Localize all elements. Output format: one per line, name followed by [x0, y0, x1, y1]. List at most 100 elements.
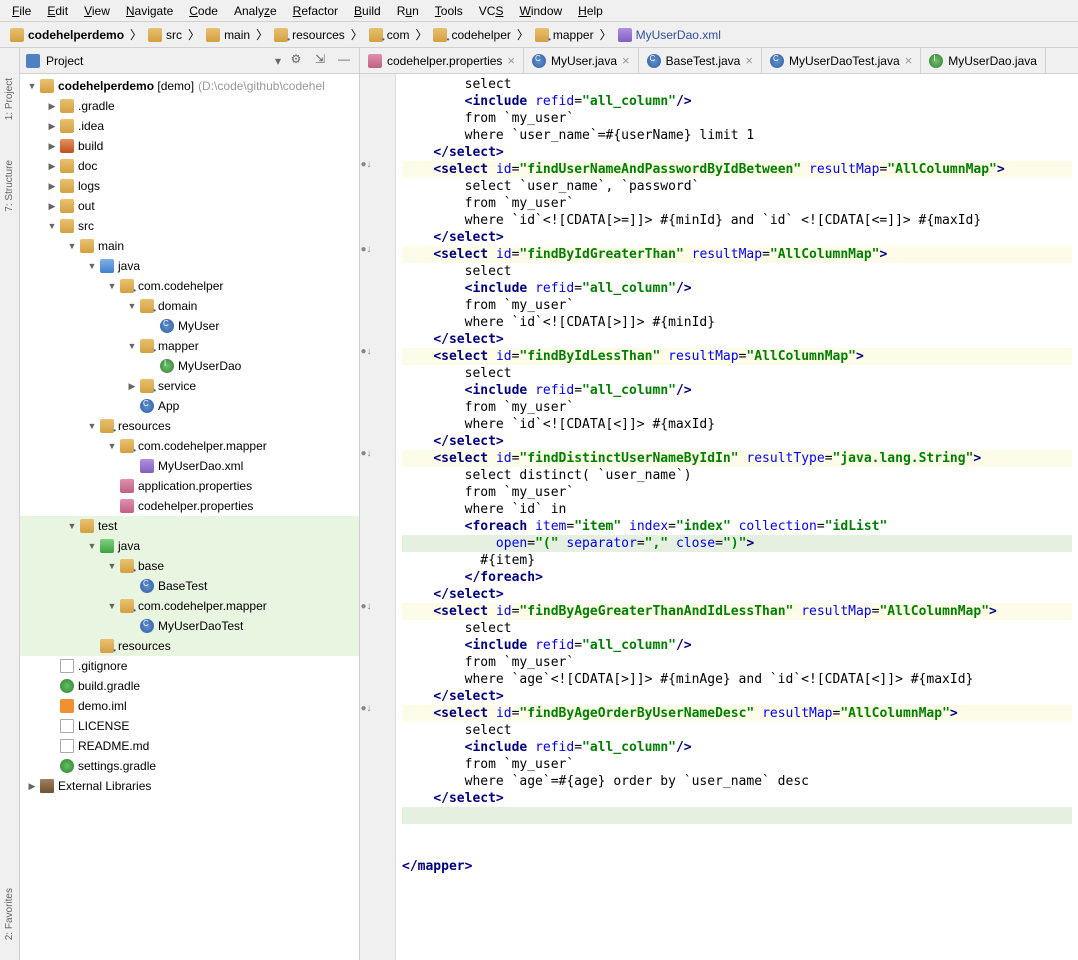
- folder-icon: [100, 539, 114, 553]
- tree-item[interactable]: ▼com.codehelper.mapper: [20, 596, 359, 616]
- crumb-root[interactable]: codehelperdemo: [6, 26, 128, 44]
- close-icon[interactable]: ×: [745, 53, 753, 68]
- menu-navigate[interactable]: Navigate: [118, 2, 181, 19]
- menubar: FFileile Edit View Navigate Code Analyze…: [0, 0, 1078, 22]
- tree-item[interactable]: ▼java: [20, 256, 359, 276]
- menu-code[interactable]: Code: [181, 2, 226, 19]
- tab-myuserdao-java[interactable]: MyUserDao.java: [921, 48, 1046, 73]
- menu-help[interactable]: Help: [570, 2, 611, 19]
- crumb-src[interactable]: src: [144, 26, 186, 44]
- tree-item[interactable]: ▼test: [20, 516, 359, 536]
- menu-build[interactable]: Build: [346, 2, 389, 19]
- marker-icon[interactable]: ●↓: [360, 159, 372, 170]
- tree-item[interactable]: README.md: [20, 736, 359, 756]
- tree-item[interactable]: codehelper.properties: [20, 496, 359, 516]
- tool-project[interactable]: 1: Project: [4, 78, 15, 120]
- tree-item[interactable]: ▶.idea: [20, 116, 359, 136]
- marker-icon[interactable]: ●↓: [360, 703, 372, 714]
- tree-item[interactable]: ▶.gradle: [20, 96, 359, 116]
- tree-item[interactable]: App: [20, 396, 359, 416]
- marker-icon[interactable]: ●↓: [360, 244, 372, 255]
- folder-icon: [274, 28, 288, 42]
- tree-item[interactable]: LICENSE: [20, 716, 359, 736]
- tree-item[interactable]: ▶out: [20, 196, 359, 216]
- tree-item[interactable]: ▼main: [20, 236, 359, 256]
- tree-root[interactable]: ▼codehelperdemo [demo](D:\code\github\co…: [20, 76, 359, 96]
- tree-item[interactable]: .gitignore: [20, 656, 359, 676]
- tree-item[interactable]: ▶doc: [20, 156, 359, 176]
- folder-icon: [433, 28, 447, 42]
- tree-item[interactable]: resources: [20, 636, 359, 656]
- tree-item[interactable]: ▼src: [20, 216, 359, 236]
- tree-item[interactable]: ▶service: [20, 376, 359, 396]
- crumb-mapper[interactable]: mapper: [531, 26, 598, 44]
- folder-icon: [148, 28, 162, 42]
- menu-edit[interactable]: Edit: [39, 2, 76, 19]
- menu-run[interactable]: Run: [389, 2, 427, 19]
- tree-item[interactable]: settings.gradle: [20, 756, 359, 776]
- menu-view[interactable]: View: [76, 2, 118, 19]
- tree-item[interactable]: ▼domain: [20, 296, 359, 316]
- tree-item[interactable]: ▼com.codehelper: [20, 276, 359, 296]
- class-icon: [647, 54, 661, 68]
- tree-external-libraries[interactable]: ▶External Libraries: [20, 776, 359, 796]
- tree-item[interactable]: BaseTest: [20, 576, 359, 596]
- collapse-button[interactable]: ⇲: [311, 52, 329, 70]
- tab-basetest-java[interactable]: BaseTest.java×: [639, 48, 762, 73]
- project-tree[interactable]: ▼codehelperdemo [demo](D:\code\github\co…: [20, 74, 359, 960]
- code-editor[interactable]: select <include refid="all_column"/> fro…: [396, 74, 1078, 960]
- tree-item[interactable]: ▼base: [20, 556, 359, 576]
- marker-icon[interactable]: ●↓: [360, 601, 372, 612]
- tree-item[interactable]: demo.iml: [20, 696, 359, 716]
- marker-icon[interactable]: ●↓: [360, 346, 372, 357]
- tree-item[interactable]: ▼com.codehelper.mapper: [20, 436, 359, 456]
- menu-vcs[interactable]: VCS: [471, 2, 512, 19]
- crumb-file[interactable]: MyUserDao.xml: [614, 26, 725, 44]
- gutter-marks: ●↓ ●↓ ●↓ ●↓ ●↓ ●↓: [360, 74, 372, 960]
- tool-structure[interactable]: 7: Structure: [4, 160, 15, 212]
- menu-file[interactable]: FFileile: [4, 2, 39, 19]
- folder-icon: [60, 99, 74, 113]
- menu-tools[interactable]: Tools: [427, 2, 471, 19]
- crumb-codehelper[interactable]: codehelper: [429, 26, 514, 44]
- tree-item[interactable]: MyUserDao: [20, 356, 359, 376]
- menu-window[interactable]: Window: [511, 2, 570, 19]
- tree-item[interactable]: build.gradle: [20, 676, 359, 696]
- tree-item[interactable]: ▼mapper: [20, 336, 359, 356]
- marker-icon[interactable]: ●↓: [360, 448, 372, 459]
- interface-icon: [929, 54, 943, 68]
- package-icon: [140, 299, 154, 313]
- menu-analyze[interactable]: Analyze: [226, 2, 285, 19]
- tree-item[interactable]: MyUserDao.xml: [20, 456, 359, 476]
- gear-icon[interactable]: ⚙: [287, 52, 305, 70]
- project-tool-window: Project ▾ ⚙ ⇲ — ▼codehelperdemo [demo](D…: [20, 48, 360, 960]
- gradle-icon: [60, 679, 74, 693]
- tree-item[interactable]: ▼resources: [20, 416, 359, 436]
- close-icon[interactable]: ×: [507, 53, 515, 68]
- tab-myuserdaotest-java[interactable]: MyUserDaoTest.java×: [762, 48, 921, 73]
- tree-item[interactable]: ▶logs: [20, 176, 359, 196]
- tree-item[interactable]: MyUser: [20, 316, 359, 336]
- crumb-resources[interactable]: resources: [270, 26, 349, 44]
- sidebar-title[interactable]: Project: [46, 54, 269, 68]
- tab-codehelper-properties[interactable]: codehelper.properties×: [360, 48, 524, 73]
- sidebar-header: Project ▾ ⚙ ⇲ —: [20, 48, 359, 74]
- menu-refactor[interactable]: Refactor: [285, 2, 346, 19]
- tab-myuser-java[interactable]: MyUser.java×: [524, 48, 639, 73]
- close-icon[interactable]: ×: [905, 53, 913, 68]
- tool-favorites[interactable]: 2: Favorites: [4, 888, 15, 940]
- tree-item[interactable]: ▼java: [20, 536, 359, 556]
- properties-icon: [120, 479, 134, 493]
- hide-button[interactable]: —: [335, 52, 353, 70]
- tree-item[interactable]: MyUserDaoTest: [20, 616, 359, 636]
- editor-tabs: codehelper.properties× MyUser.java× Base…: [360, 48, 1078, 74]
- close-icon[interactable]: ×: [622, 53, 630, 68]
- tree-item[interactable]: application.properties: [20, 476, 359, 496]
- crumb-main[interactable]: main: [202, 26, 254, 44]
- resources-icon: [100, 419, 114, 433]
- tree-item[interactable]: ▶build: [20, 136, 359, 156]
- package-icon: [120, 439, 134, 453]
- breadcrumb: codehelperdemo〉 src〉 main〉 resources〉 co…: [0, 22, 1078, 48]
- library-icon: [40, 779, 54, 793]
- crumb-com[interactable]: com: [365, 26, 414, 44]
